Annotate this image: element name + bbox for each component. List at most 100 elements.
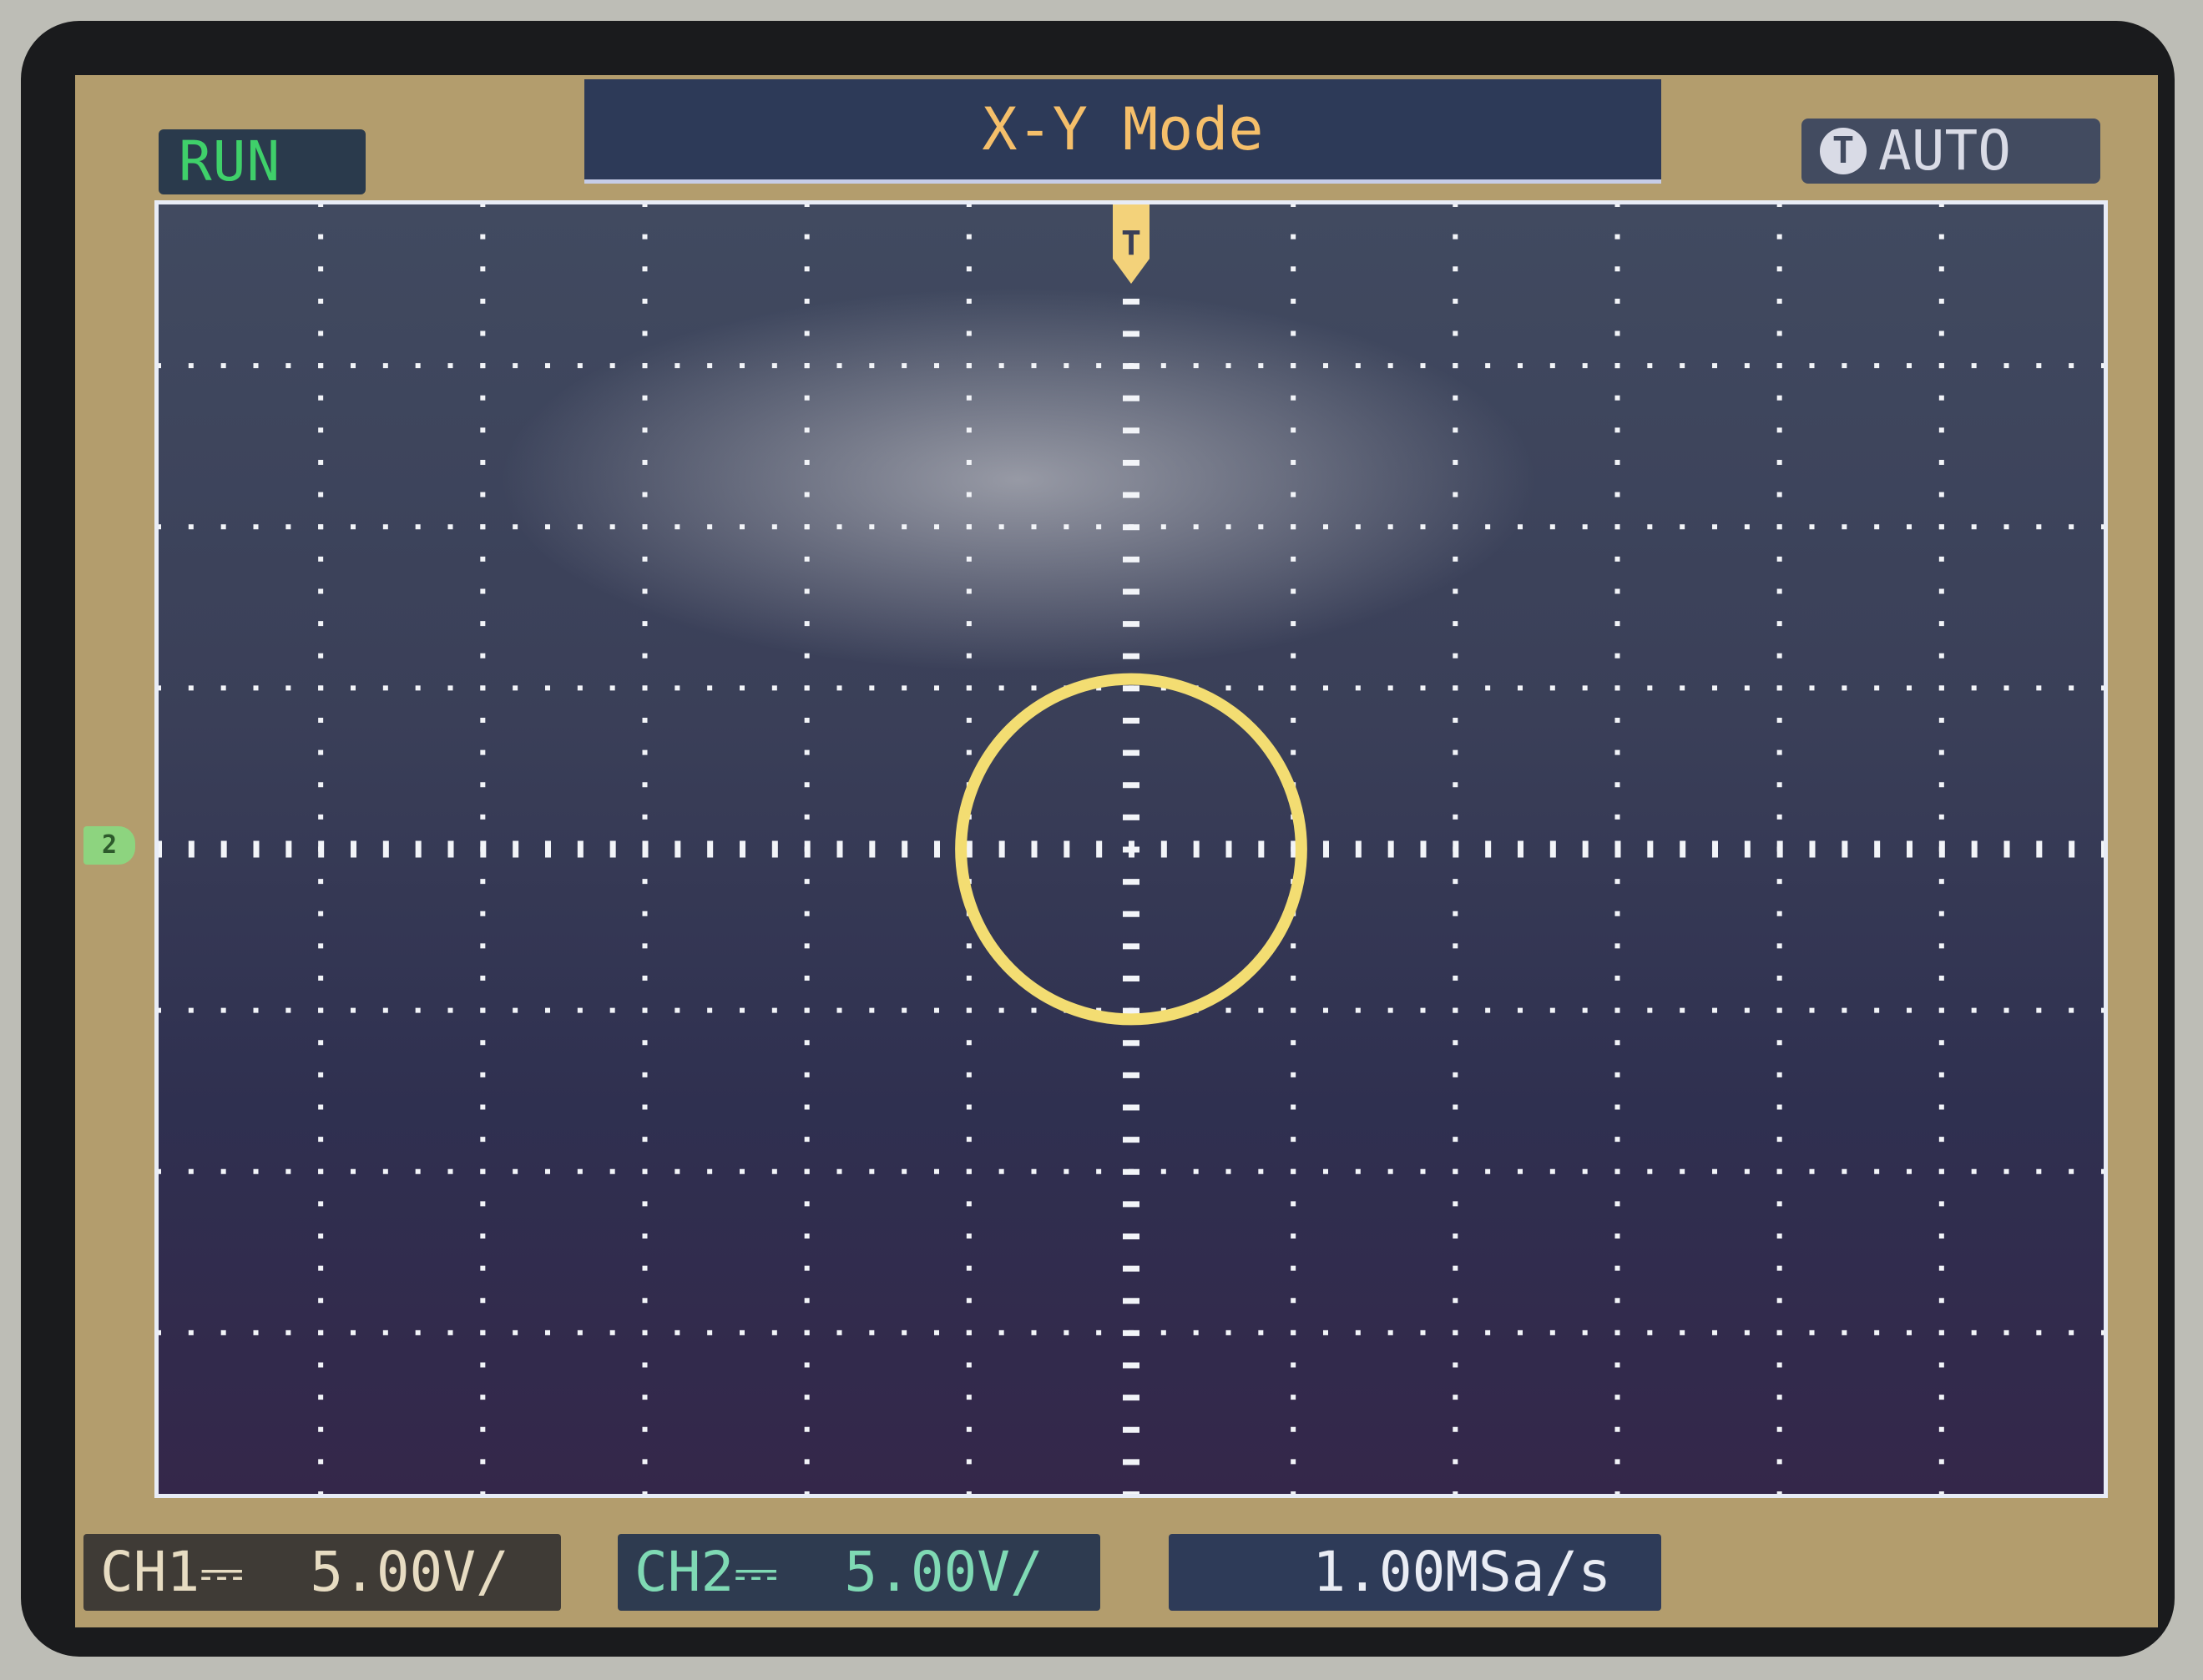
grid-dot [1614,1168,1620,1174]
grid-dot [1874,1329,1880,1335]
grid-dot [318,1491,324,1494]
grid-dot [318,814,324,820]
grid-dot [1453,1395,1458,1400]
grid-dot [1453,234,1458,240]
grid-dot [934,685,939,691]
grid-dot [188,1168,194,1174]
grid-dot [1907,1329,1912,1335]
grid-dot [1614,1040,1620,1046]
grid-dot [1776,234,1782,240]
grid-dot [1582,524,1588,530]
grid-dot [1776,1040,1782,1046]
grid-dot [1453,1137,1458,1143]
grid-dot [804,1426,810,1432]
grid-dot [285,1007,291,1013]
center-axis-tick [1123,556,1139,563]
grid-dot [1160,1329,1166,1335]
grid-dot [1453,1007,1458,1013]
grid-dot [934,1329,939,1335]
center-axis-tick [1647,840,1654,858]
grid-dot [966,460,972,465]
grid-dot [740,685,745,691]
grid-dot [1776,1459,1782,1465]
grid-dot [1291,653,1296,658]
grid-dot [934,1168,939,1174]
grid-dot [804,1395,810,1400]
grid-dot [966,1298,972,1304]
grid-dot [1453,1072,1458,1077]
grid-dot [318,1234,324,1239]
grid-dot [1938,492,1944,497]
center-axis-tick [382,840,389,858]
grid-dot [1291,1137,1296,1143]
grid-dot [1355,524,1361,530]
grid-dot [1809,1329,1815,1335]
center-axis-tick [1123,427,1139,434]
ch1-scale-readout[interactable]: CH1⎓ 5.00V/ [83,1534,561,1611]
grid-dot [318,492,324,497]
grid-dot [1614,234,1620,240]
grid-dot [771,524,777,530]
grid-dot [1614,1362,1620,1368]
grid-dot [771,1007,777,1013]
grid-dot [1549,524,1555,530]
grid-dot [1291,588,1296,594]
center-axis-tick [1907,840,1912,858]
grid-dot [480,1104,486,1110]
ch2-scale-readout[interactable]: CH2⎓ 5.00V/ [618,1534,1100,1611]
center-axis-tick [1582,840,1589,858]
grid-dot [2101,685,2104,691]
center-axis-tick [1258,840,1265,858]
grid-dot [1291,460,1296,465]
grid-dot [804,588,810,594]
grid-dot [318,943,324,949]
center-axis-tick [1123,1072,1139,1078]
grid-dot [642,718,648,723]
grid-dot [318,556,324,562]
grid-dot [415,685,421,691]
grid-dot [804,1459,810,1465]
grid-dot [1938,1459,1944,1465]
grid-dot [966,1426,972,1432]
run-status-indicator: RUN [159,129,366,194]
grid-dot [1938,1426,1944,1432]
grid-dot [382,1007,388,1013]
grid-dot [1938,298,1944,304]
grid-dot [1291,1201,1296,1207]
grid-dot [1614,718,1620,723]
grid-dot [1355,1329,1361,1335]
grid-dot [318,911,324,916]
grid-dot [188,1007,194,1013]
grid-dot [642,1168,648,1174]
grid-dot [415,524,421,530]
grid-dot [934,363,939,369]
grid-dot [220,1168,226,1174]
grid-dot [1614,1329,1620,1335]
grid-dot [771,1329,777,1335]
grid-dot [1291,749,1296,755]
grid-dot [675,685,680,691]
grid-dot [447,1168,453,1174]
grid-dot [480,782,486,788]
grid-dot [804,363,810,369]
grid-dot [1614,749,1620,755]
grid-dot [1225,524,1231,530]
grid-dot [1938,363,1944,369]
grid-dot [998,524,1004,530]
center-axis-tick [1123,653,1139,659]
grid-dot [1680,685,1685,691]
center-axis-tick [1031,840,1038,858]
channel-ground-marker[interactable]: 2 [83,826,135,865]
grid-dot [998,685,1004,691]
grid-dot [1776,749,1782,755]
grid-dot [1582,1168,1588,1174]
grid-dot [318,1040,324,1046]
grid-dot [480,814,486,820]
grid-dot [1614,588,1620,594]
grid-dot [902,1007,907,1013]
grid-dot [318,1201,324,1207]
grid-dot [318,1137,324,1143]
center-axis-tick [1123,395,1139,401]
grid-dot [1387,685,1393,691]
grid-dot [1776,1104,1782,1110]
